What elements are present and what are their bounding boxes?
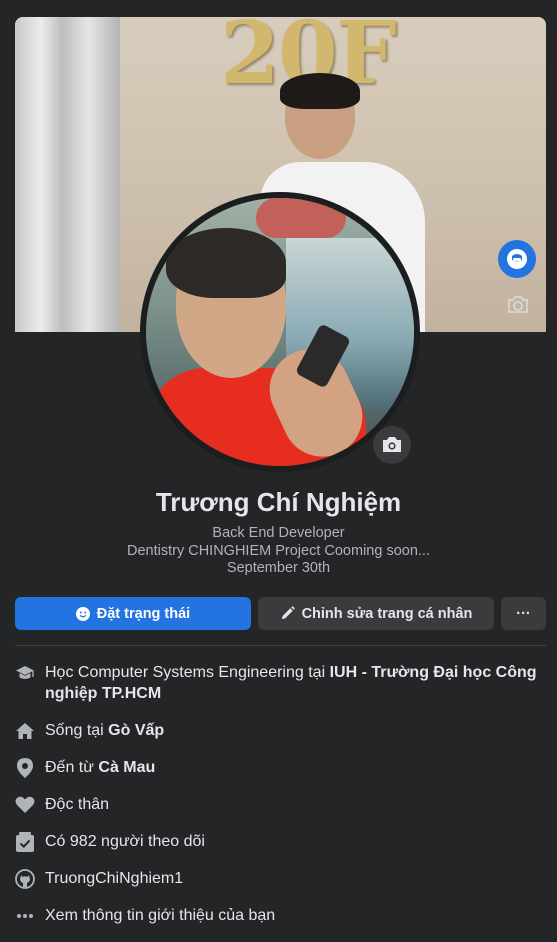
pencil-icon [281, 606, 295, 620]
intro-education: Học Computer Systems Engineering tại IUH… [15, 662, 546, 704]
profile-bio: Back End Developer Dentistry CHINGHIEM P… [0, 525, 557, 578]
inbox-check-icon [15, 832, 35, 852]
set-status-button[interactable]: Đặt trạng thái [15, 597, 251, 630]
divider [15, 645, 546, 646]
intro-from: Đến từ Cà Mau [15, 757, 546, 778]
edit-profile-button[interactable]: Chỉnh sửa trang cá nhân [258, 597, 494, 630]
messenger-button[interactable] [498, 240, 536, 278]
relationship-text: Độc thân [45, 796, 110, 813]
see-more-link[interactable]: Xem thông tin giới thiệu của bạn [45, 905, 546, 926]
from-place[interactable]: Cà Mau [98, 759, 155, 776]
intro-lives: Sống tại Gò Vấp [15, 720, 546, 741]
camera-icon [508, 296, 528, 313]
messenger-icon [507, 249, 527, 269]
intro-list: Học Computer Systems Engineering tại IUH… [15, 662, 546, 942]
intro-followers: Có 982 người theo dõi [15, 831, 546, 852]
profile-name: Trương Chí Nghiệm [155, 487, 402, 517]
education-prefix: Học Computer Systems Engineering tại [45, 664, 330, 681]
bio-line: Back End Developer [212, 525, 345, 541]
ellipsis-icon: ··· [516, 605, 531, 622]
graduation-cap-icon [15, 663, 35, 683]
map-pin-icon [15, 758, 35, 778]
intro-github: TruongChiNghiem1 [15, 868, 546, 889]
smile-icon [75, 606, 90, 621]
lives-prefix: Sống tại [45, 722, 109, 739]
edit-cover-camera-button[interactable] [503, 290, 533, 320]
cover-wall [15, 17, 120, 332]
camera-icon [383, 437, 401, 452]
ellipsis-icon [15, 906, 35, 926]
bio-line: Dentistry CHINGHIEM Project Cooming soon… [127, 542, 430, 559]
from-prefix: Đến từ [45, 759, 99, 776]
github-icon [15, 869, 35, 889]
more-options-button[interactable]: ··· [501, 597, 546, 630]
github-link[interactable]: TruongChiNghiem1 [45, 868, 546, 889]
edit-avatar-camera-button[interactable] [373, 426, 411, 464]
intro-relationship: Độc thân [15, 794, 546, 815]
avatar [146, 198, 414, 466]
followers-text[interactable]: Có 982 người theo dõi [45, 831, 546, 852]
lives-place[interactable]: Gò Vấp [108, 722, 164, 739]
set-status-label: Đặt trạng thái [96, 605, 191, 622]
profile-picture[interactable] [140, 192, 420, 472]
heart-icon [15, 795, 35, 815]
bio-line: September 30th [226, 560, 331, 576]
edit-profile-label: Chỉnh sửa trang cá nhân [301, 605, 473, 622]
home-icon [15, 721, 35, 741]
intro-see-more[interactable]: Xem thông tin giới thiệu của bạn [15, 905, 546, 926]
